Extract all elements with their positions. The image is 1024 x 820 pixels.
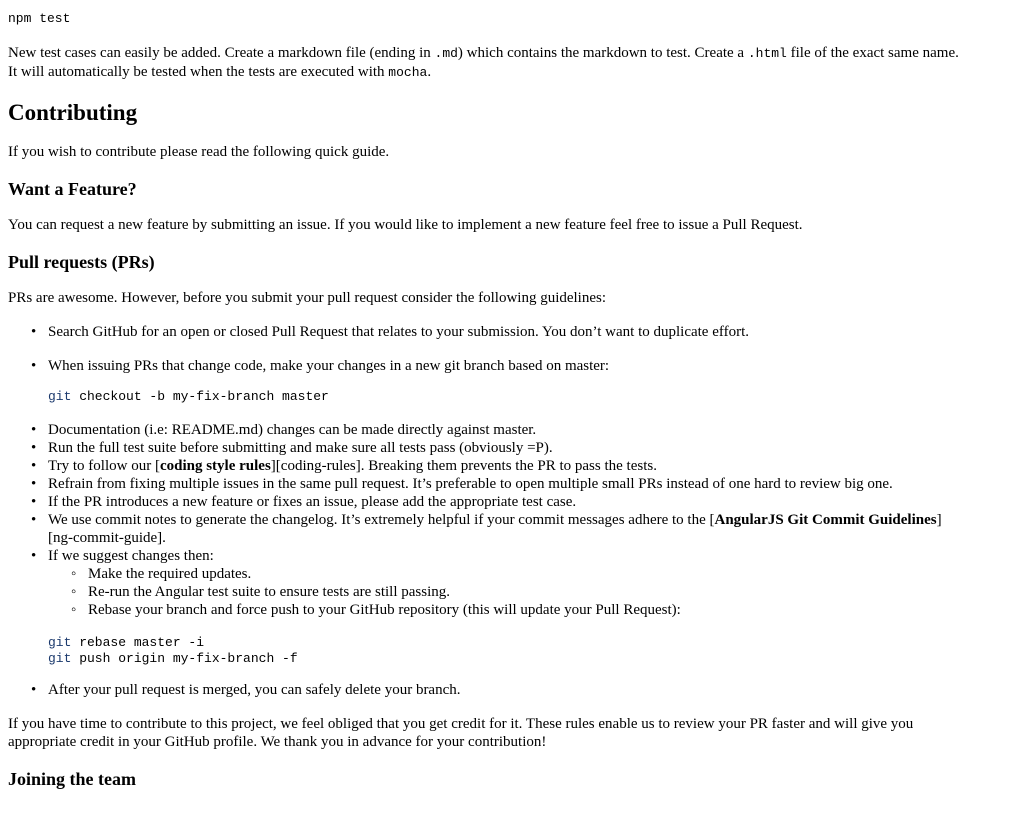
npm-test-code: npm test bbox=[8, 11, 71, 26]
intro-line-2: It will automatically be tested when the… bbox=[8, 64, 432, 80]
want-feature-heading: Want a Feature? bbox=[8, 179, 137, 199]
joining-team-heading: Joining the team bbox=[8, 769, 136, 789]
list-item: We use commit notes to generate the chan… bbox=[8, 511, 1016, 547]
contributing-heading: Contributing bbox=[8, 100, 138, 125]
pull-requests-desc: PRs are awesome. However, before you sub… bbox=[8, 290, 607, 306]
contributing-desc: If you wish to contribute please read th… bbox=[8, 144, 390, 160]
sub-list-item: Make the required updates. bbox=[8, 565, 1016, 583]
closing-line-1: If you have time to contribute to this p… bbox=[8, 716, 914, 732]
closing-line-2: appropriate credit in your GitHub profil… bbox=[8, 734, 547, 750]
list-item: Try to follow our [coding style rules][c… bbox=[8, 457, 1016, 475]
sub-list: Make the required updates. Re-run the An… bbox=[8, 565, 1016, 619]
want-feature-desc: You can request a new feature by submitt… bbox=[8, 217, 803, 233]
list-item: When issuing PRs that change code, make … bbox=[8, 357, 1016, 375]
sub-list-item: Rebase your branch and force push to you… bbox=[8, 601, 1016, 619]
list-item: Documentation (i.e: README.md) changes c… bbox=[8, 421, 1016, 439]
pr-guidelines-list: Search GitHub for an open or closed Pull… bbox=[8, 323, 1016, 699]
closing-paragraph: If you have time to contribute to this p… bbox=[8, 715, 1016, 751]
list-item: If we suggest changes then: Make the req… bbox=[8, 547, 1016, 619]
pull-requests-heading: Pull requests (PRs) bbox=[8, 252, 155, 272]
list-item: If the PR introduces a new feature or fi… bbox=[8, 493, 1016, 511]
document: npm test New test cases can easily be ad… bbox=[0, 0, 1024, 790]
sub-list-item: Re-run the Angular test suite to ensure … bbox=[8, 583, 1016, 601]
list-item: Run the full test suite before submittin… bbox=[8, 439, 1016, 457]
intro-paragraph: New test cases can easily be added. Crea… bbox=[8, 44, 1016, 82]
list-item: Refrain from fixing multiple issues in t… bbox=[8, 475, 1016, 493]
list-item: After your pull request is merged, you c… bbox=[8, 681, 1016, 699]
list-item: Search GitHub for an open or closed Pull… bbox=[8, 323, 1016, 341]
code-block-rebase: git rebase master -i git push origin my-… bbox=[48, 635, 298, 666]
code-block-checkout: git checkout -b my-fix-branch master bbox=[48, 389, 329, 404]
intro-line-1: New test cases can easily be added. Crea… bbox=[8, 45, 959, 61]
